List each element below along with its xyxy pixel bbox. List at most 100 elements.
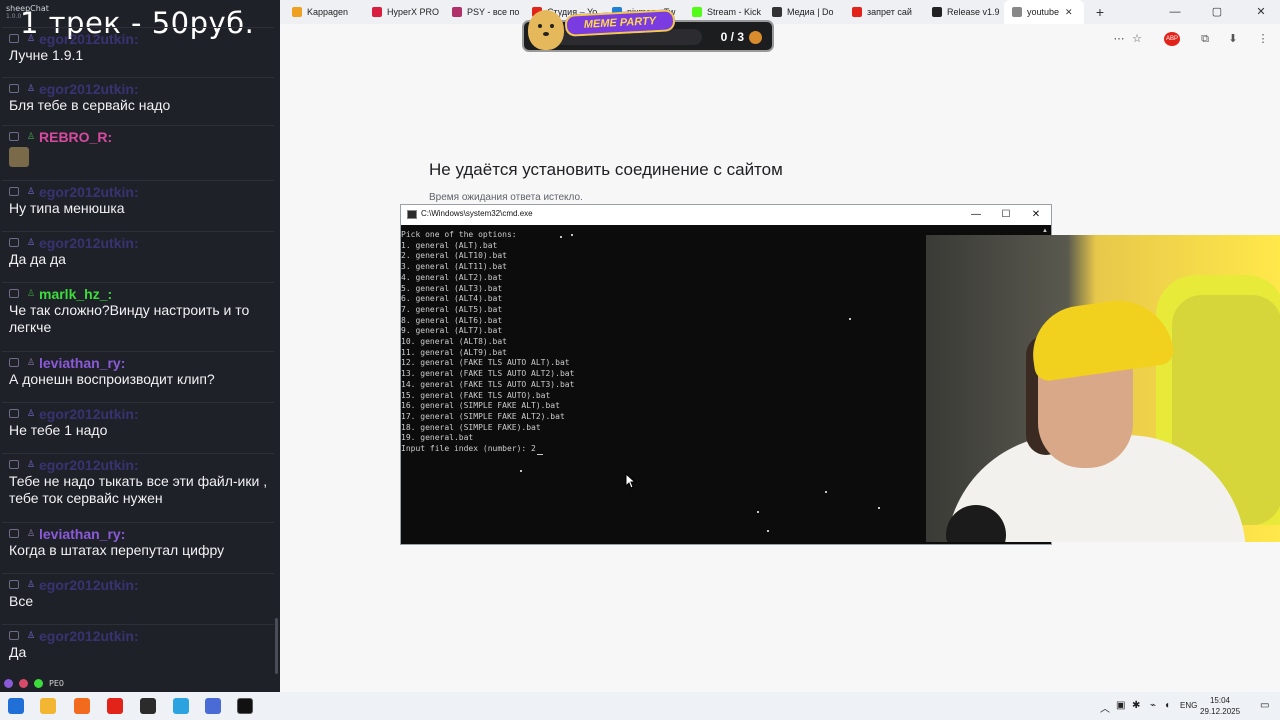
more-icon[interactable]: ⋯ (1112, 32, 1126, 46)
username-separator: : (120, 525, 126, 542)
message-divider (2, 402, 274, 403)
username-separator: : (133, 30, 139, 47)
username-separator: : (107, 285, 113, 302)
taskbar-clock[interactable]: 15:04 29.12.2025 (1200, 695, 1240, 717)
tab-favicon-icon (1012, 7, 1022, 17)
tray-chevron-icon[interactable]: ︿ (1100, 700, 1110, 715)
message-divider (2, 77, 274, 78)
obs-icon[interactable] (140, 698, 156, 714)
status-dot-icon (4, 678, 13, 688)
firefox-icon[interactable] (74, 698, 90, 714)
tray-app-icon[interactable]: ▣ (1116, 700, 1125, 711)
chat-message-text: Да (9, 644, 27, 660)
menu-icon[interactable]: ⋮ (1256, 32, 1270, 46)
tab-favicon-icon (852, 7, 862, 17)
start-icon[interactable] (8, 698, 24, 714)
minimize-button[interactable]: — (1158, 0, 1192, 24)
cmd-close-button[interactable]: ✕ (1021, 205, 1051, 225)
user-badge-icon: ♙ (27, 33, 36, 43)
cmd-title: C:\Windows\system32\cmd.exe (421, 209, 533, 218)
chat-username[interactable]: egor2012utkin (39, 184, 134, 200)
username-separator: : (133, 80, 139, 97)
cmd-minimize-button[interactable]: — (961, 205, 991, 225)
message-divider (2, 125, 274, 126)
message-divider (2, 231, 274, 232)
chat-username[interactable]: egor2012utkin (39, 577, 134, 593)
chat-message-header: ♙ marlk_hz_: (9, 285, 269, 302)
close-window-button[interactable]: ✕ (1244, 0, 1278, 24)
browser-tab[interactable]: HyperX PRO (364, 0, 444, 24)
username-separator: : (107, 128, 113, 145)
tray-network-icon[interactable]: ⌁ (1150, 700, 1156, 711)
adblock-icon[interactable]: ABP (1164, 32, 1180, 46)
notifications-icon[interactable]: ▭ (1260, 700, 1269, 711)
new-tab-button[interactable]: + (1090, 4, 1110, 20)
browser-tab[interactable]: запрет сай (844, 0, 924, 24)
console-icon (407, 210, 417, 219)
chat-message: ♙ leviathan_ry: А донешн воспроизводит кли… (0, 354, 275, 388)
user-badge-icon: ♙ (27, 357, 36, 367)
chat-scrollbar[interactable] (275, 618, 278, 674)
chat-username[interactable]: REBRO_R (39, 129, 107, 145)
windows-taskbar: ︿ ▣ ✱ ⌁ ◖ ENG 15:04 29.12.2025 ▭ (0, 692, 1280, 720)
message-divider (2, 282, 274, 283)
collections-icon[interactable]: ⧉ (1198, 32, 1212, 46)
tab-label: запрет сай (867, 7, 912, 17)
chat-message: ♙ egor2012utkin: Да (0, 627, 275, 661)
user-badge-icon: ♙ (27, 528, 36, 538)
browser-tab[interactable]: Release v1.9 (924, 0, 1004, 24)
explorer-icon[interactable] (40, 698, 56, 714)
tray-volume-icon[interactable]: ◖ (1164, 700, 1170, 711)
bookmark-star-icon[interactable]: ☆ (1130, 32, 1144, 46)
chat-badge-icon (9, 238, 19, 247)
chat-username[interactable]: leviathan_ry (39, 355, 121, 371)
cmd-icon[interactable] (237, 698, 253, 714)
user-badge-icon: ♙ (27, 288, 36, 298)
tab-label: PSY - все по (467, 7, 520, 17)
maximize-button[interactable]: ▢ (1200, 0, 1234, 24)
scroll-up-icon[interactable]: ▲ (1042, 228, 1048, 234)
chat-message: ♙ leviathan_ry: Когда в штатах перепутал ц… (0, 525, 275, 559)
message-divider (2, 180, 274, 181)
clock-time: 15:04 (1209, 696, 1231, 705)
browser-tab[interactable]: PSY - все по (444, 0, 524, 24)
chat-message-text: Да да да (9, 251, 66, 267)
chat-message-text: Ну типа менюшка (9, 200, 125, 216)
download-icon[interactable]: ⬇ (1226, 32, 1240, 46)
close-tab-icon[interactable]: ✕ (1065, 7, 1073, 18)
error-title: Не удаётся установить соединение с сайто… (429, 160, 783, 179)
browser-tab[interactable]: youtube ✕ (1004, 0, 1084, 24)
chat-message-header: ♙ egor2012utkin: (9, 183, 269, 200)
browser-tab[interactable]: Медиа | Do (764, 0, 844, 24)
chat-badge-icon (9, 460, 19, 469)
chat-message-header: ♙ leviathan_ry: (9, 354, 269, 371)
telegram-icon[interactable] (173, 698, 189, 714)
username-separator: : (133, 456, 139, 473)
user-badge-icon: ♙ (27, 131, 36, 141)
tab-favicon-icon (292, 7, 302, 17)
language-indicator[interactable]: ENG (1180, 701, 1197, 710)
tray-bluetooth-icon[interactable]: ✱ (1132, 700, 1140, 711)
chat-username[interactable]: marlk_hz_ (39, 286, 107, 302)
chat-badge-icon (9, 84, 19, 93)
browser-tab[interactable]: Kappagen (284, 0, 364, 24)
chat-status-text: PE0 (49, 678, 64, 688)
cmd-title-bar[interactable]: C:\Windows\system32\cmd.exe — ☐ ✕ (401, 205, 1051, 225)
chat-username[interactable]: leviathan_ry (39, 526, 121, 542)
chat-username[interactable]: egor2012utkin (39, 81, 134, 97)
console-input[interactable]: 2 (531, 444, 536, 453)
chat-username[interactable]: egor2012utkin (39, 406, 134, 422)
message-divider (2, 27, 274, 28)
yandex-icon[interactable] (107, 698, 123, 714)
chat-username[interactable]: egor2012utkin (39, 628, 134, 644)
cmd-maximize-button[interactable]: ☐ (991, 205, 1021, 225)
chat-message-header: ♙ egor2012utkin: (9, 627, 269, 644)
username-separator: : (133, 405, 139, 422)
chat-username[interactable]: egor2012utkin (39, 457, 134, 473)
app7-icon[interactable] (205, 698, 221, 714)
chat-panel: sheepChat 1.0.0 1 трек - 50руб. ♙ egor201… (0, 0, 280, 692)
chat-username[interactable]: egor2012utkin (39, 31, 134, 47)
status-dot-icon (34, 678, 43, 688)
chat-username[interactable]: egor2012utkin (39, 235, 134, 251)
browser-toolbar: ⋯ ☆ ABP ⧉ ⬇ ⋮ (280, 24, 1280, 54)
